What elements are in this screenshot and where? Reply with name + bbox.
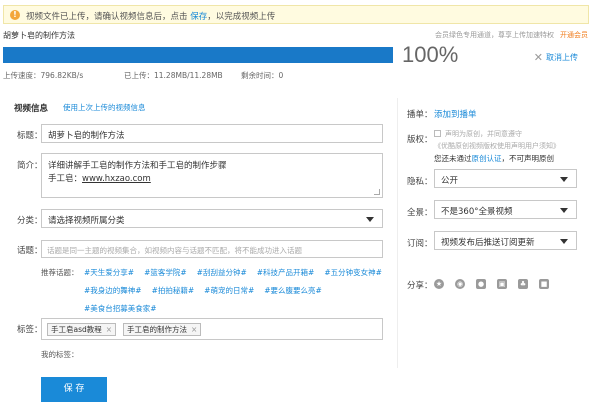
original-checkbox[interactable] [434,130,441,137]
open-vip-link[interactable]: 开通会员 [560,31,588,39]
recommended-topic-link[interactable]: #要么腹要么亮# [264,286,322,295]
description-label: 简介： [17,161,43,171]
upload-progress-fill [3,47,393,63]
title-input[interactable]: 胡萝卜皂的制作方法 [41,124,383,143]
tags-label: 标签： [17,325,43,335]
notice-save-link[interactable]: 保存 [190,12,207,22]
notice-text: 视频文件已上传，请确认视频信息后，点击 保存，以完成视频上传 [26,12,276,22]
cancel-upload-button[interactable]: ✕ 取消上传 [534,51,578,64]
tag-chip[interactable]: 手工皂的制作方法 × [123,323,202,336]
resize-handle[interactable] [374,189,380,195]
share-douban-icon[interactable]: ♣ [518,279,528,289]
subscribe-select[interactable]: 视频发布后推送订阅更新 [434,231,577,250]
recommended-topic-link[interactable]: #天生爱分享# [84,268,134,277]
category-label: 分类： [17,216,43,226]
description-url-link[interactable]: www.hxzao.com [82,174,151,184]
recommended-topic-link[interactable]: #五分钟变女神# [324,268,382,277]
recommended-topic-link[interactable]: #科技产品开箱# [257,268,315,277]
subscribe-label: 订阅： [407,239,433,249]
share-qq-icon[interactable]: ● [476,279,486,289]
recommended-topics-row-1: #天生爱分享# #篮客学院# #刮刮益分钟# #科技产品开箱# #五分钟变女神# [84,267,384,278]
recommended-topics-row-2: #我身边的舞神# #拍拍秘籍# #萌宠的日常# #要么腹要么亮# [84,285,384,296]
upload-speed: 上传速度：796.82KB/s [3,71,84,80]
copyright-check-text: 声明为原创，并同意遵守 [445,130,522,138]
close-icon: ✕ [533,51,543,64]
original-certify-link[interactable]: 原创认证 [472,154,502,163]
title-label: 标题： [17,131,43,141]
recommended-topic-link[interactable]: #篮客学院# [144,268,187,277]
tags-input[interactable]: 手工皂asd教程 × 手工皂的制作方法 × [41,318,383,340]
share-kaixin-icon[interactable]: ■ [539,279,549,289]
share-qzone-icon[interactable]: ★ [434,279,444,289]
topic-input[interactable]: 话题是同一主题的视频集合，如视频内容与话题不匹配，将不能成功进入话题 [41,240,383,258]
recommended-topic-link[interactable]: #美食台招募美食家# [84,304,157,313]
description-textarea[interactable]: 详细讲解手工皂的制作方法和手工皂的制作步骤 手工皂：www.hxzao.com [41,153,383,198]
column-divider [397,98,398,368]
section-title: 视频信息 [14,104,49,114]
chevron-down-icon [560,208,568,213]
chevron-down-icon [560,239,568,244]
chevron-down-icon [560,177,568,182]
share-label: 分享： [407,281,433,291]
remove-tag-icon[interactable]: × [191,325,197,334]
file-name: 胡萝卜皂的制作方法 [3,31,75,40]
category-select[interactable]: 请选择视频所属分类 [41,209,383,228]
recommended-topic-link[interactable]: #刮刮益分钟# [197,268,247,277]
recommended-topic-link[interactable]: #我身边的舞神# [84,286,142,295]
panorama-label: 全景： [407,208,433,218]
recommended-topic-link[interactable]: #拍拍秘籍# [152,286,195,295]
warning-icon: ! [10,10,20,20]
upload-notice: ! 视频文件已上传，请确认视频信息后，点击 保存，以完成视频上传 [3,5,589,24]
use-last-info-link[interactable]: 使用上次上传的视频信息 [63,102,146,113]
remove-tag-icon[interactable]: × [106,325,112,334]
my-tags-label: 我的标签： [41,350,79,359]
add-to-playlist-link[interactable]: 添加到播单 [434,108,477,120]
topic-label: 话题： [17,246,43,256]
remaining-time: 剩余时间：0 [241,71,284,80]
upload-percent: 100% [402,42,459,67]
privacy-select[interactable]: 公开 [434,169,577,188]
share-renren-icon[interactable]: ▣ [497,279,507,289]
recommended-topics-row-3: #美食台招募美食家# [84,303,384,314]
uploaded-size: 已上传：11.28MB/11.28MB [124,71,223,80]
privacy-label: 隐私： [407,177,433,187]
save-button[interactable]: 保 存 [41,377,107,402]
panorama-select[interactable]: 不是360°全景视频 [434,200,577,219]
tag-chip[interactable]: 手工皂asd教程 × [47,323,117,336]
copyright-agreement-link[interactable]: 《优酷原创视频版权使用声明用户须知》 [434,141,560,151]
chevron-down-icon [366,217,374,222]
recommended-topics-label: 推荐话题： [41,268,79,277]
copyright-note: 您还未通过原创认证，不可声明原创 [434,154,554,163]
copyright-label: 版权： [407,135,433,145]
share-weibo-icon[interactable]: ◉ [455,279,465,289]
recommended-topic-link[interactable]: #萌宠的日常# [204,286,254,295]
upload-progress-bar [3,47,393,63]
vip-hint: 会员绿色专用通道，尊享上传加速特权 开通会员 [435,31,588,39]
playlist-label: 播单： [407,110,433,120]
